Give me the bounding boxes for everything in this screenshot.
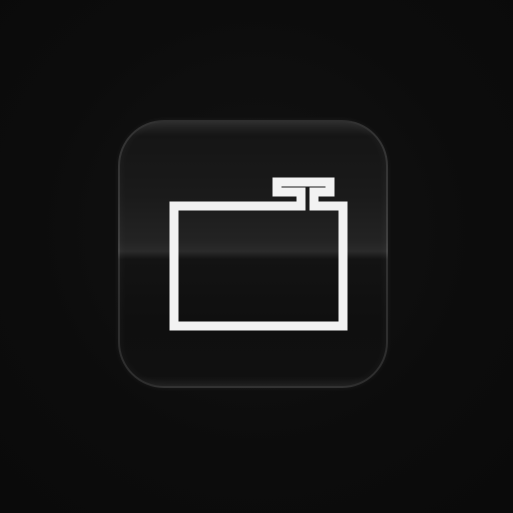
app-tile-button[interactable] — [118, 120, 388, 388]
suitcase-icon — [120, 122, 386, 386]
screen-background — [0, 0, 513, 513]
